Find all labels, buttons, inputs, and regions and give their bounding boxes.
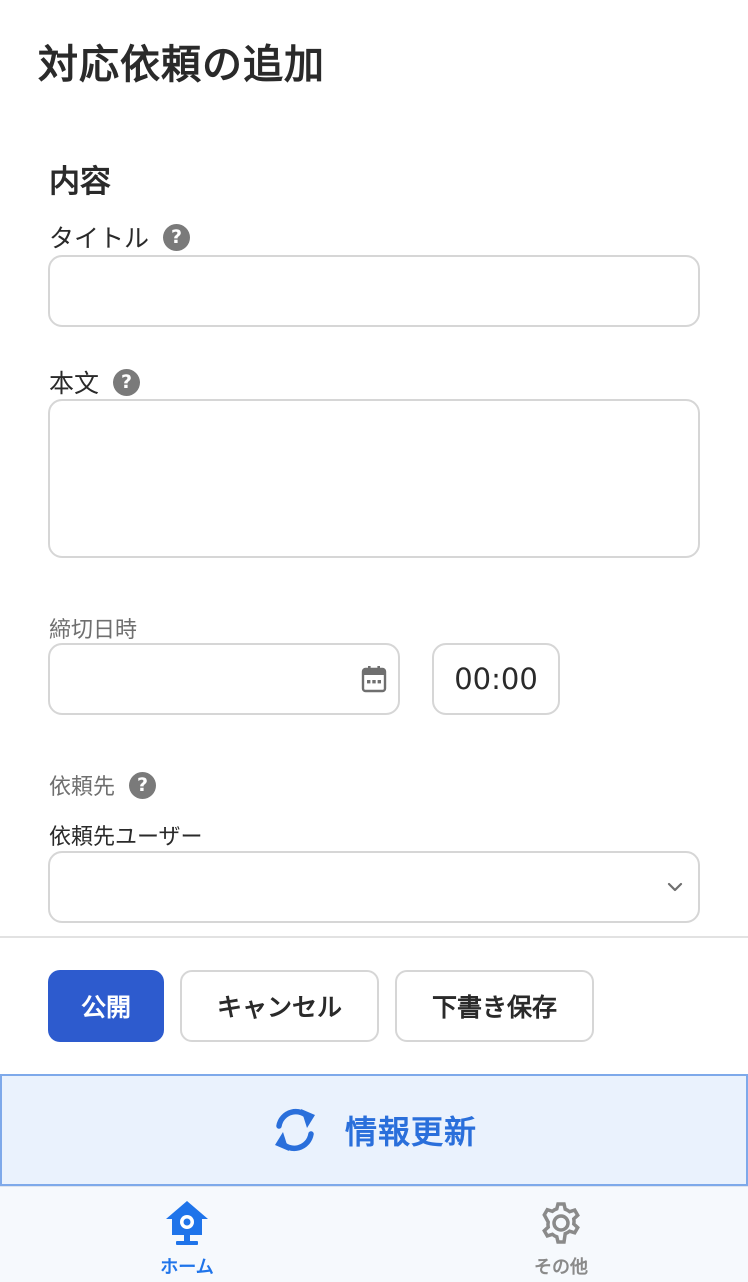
help-icon[interactable]: ? [163,223,191,251]
divider [0,936,748,938]
assignee-label: 依頼先 [49,775,116,800]
assignee-user-select[interactable] [48,851,700,923]
deadline-label: 締切日時 [49,618,138,643]
refresh-label: 情報更新 [344,1113,477,1151]
publish-button[interactable]: 公開 [48,970,164,1042]
body-textarea[interactable] [48,399,700,558]
title-field-label: タイトル [49,224,150,253]
help-icon[interactable]: ? [113,368,141,396]
body-field-label-row: 本文 ? [49,364,141,400]
chevron-down-icon [667,882,683,892]
assignee-label-row: 依頼先 ? [49,769,157,801]
bottom-tab-bar: ホーム その他 [0,1186,748,1282]
refresh-icon [274,1108,315,1152]
section-heading-content: 内容 [49,164,111,200]
page-title: 対応依頼の追加 [38,42,325,88]
tab-home[interactable]: ホーム [0,1187,374,1282]
save-draft-button[interactable]: 下書き保存 [395,970,594,1042]
tab-other[interactable]: その他 [374,1187,748,1282]
calendar-icon[interactable] [361,665,387,693]
deadline-date-input[interactable] [48,643,400,715]
cancel-button[interactable]: キャンセル [180,970,379,1042]
gear-icon [542,1202,580,1244]
body-field-label: 本文 [49,369,100,398]
tab-home-label: ホーム [160,1257,214,1278]
deadline-time-input[interactable]: 00:00 [432,643,560,715]
tab-other-label: その他 [534,1257,588,1278]
title-input[interactable] [48,255,700,327]
home-icon [166,1201,208,1245]
assignee-user-label: 依頼先ユーザー [49,825,203,850]
refresh-button[interactable]: 情報更新 [0,1074,748,1186]
help-icon[interactable]: ? [129,771,157,799]
title-field-label-row: タイトル ? [49,219,191,255]
